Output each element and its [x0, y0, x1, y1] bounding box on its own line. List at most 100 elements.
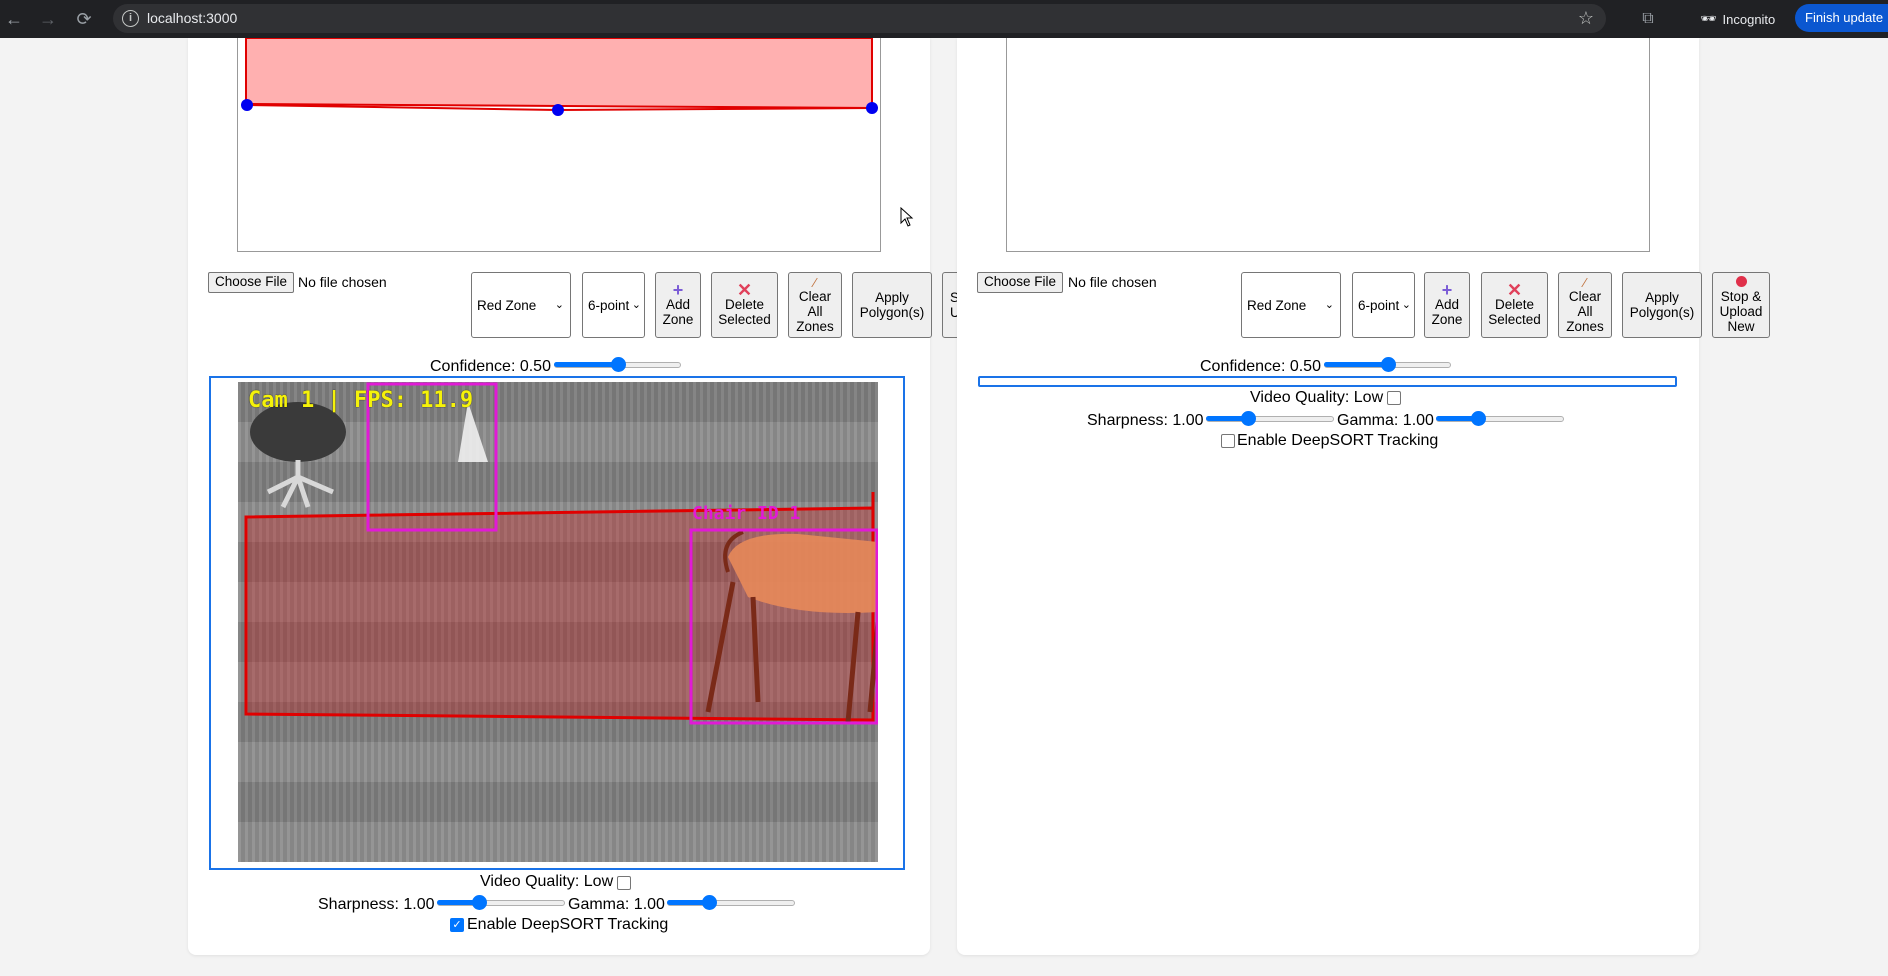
slider-thumb[interactable] [1381, 357, 1396, 372]
stop-upload-button-clip-1: S U [942, 272, 958, 338]
choose-file-button-2[interactable]: Choose File [977, 272, 1064, 293]
zone-editor-canvas-2[interactable] [1006, 38, 1650, 252]
slider-thumb[interactable] [1471, 411, 1486, 426]
clear-label-line3: Zones [796, 318, 834, 334]
delete-label-line1: Delete [1494, 297, 1535, 312]
cast-icon[interactable]: ⧉ [1636, 7, 1660, 31]
confidence-label-1: Confidence: 0.50 [430, 358, 551, 375]
detection-overlay [244, 382, 878, 725]
zone-polygon-editor[interactable] [238, 38, 880, 251]
plus-icon: + [1441, 280, 1453, 300]
stop-label-line2: Upload [1719, 304, 1763, 319]
video-stream-1[interactable]: Cam 1 | FPS: 11.9 Chair ID 1 [238, 382, 878, 862]
finish-update-button[interactable]: Finish update [1795, 4, 1888, 32]
incognito-label: Incognito [1722, 11, 1776, 27]
zone-editor-canvas-1[interactable] [237, 38, 881, 252]
video-quality-checkbox-2[interactable] [1387, 391, 1401, 405]
polygon-shape-select-1[interactable]: 6-point ⌄ [582, 272, 645, 338]
clear-label-line2: All [807, 303, 823, 319]
choose-file-button-1[interactable]: Choose File [208, 272, 295, 293]
red-zone-polygon[interactable] [245, 38, 873, 110]
delete-selected-button-1[interactable]: ✕ Delete Selected [711, 272, 778, 338]
add-zone-label-line2: Zone [1431, 312, 1463, 327]
deepsort-checkbox-1[interactable]: ✓ [450, 918, 464, 932]
confidence-slider-2[interactable] [1324, 356, 1451, 372]
delete-label-line2: Selected [1488, 312, 1541, 327]
add-zone-button-2[interactable]: + Add Zone [1424, 272, 1470, 338]
add-zone-label-line2: Zone [662, 312, 694, 327]
broom-icon: ⁄ [813, 274, 817, 290]
slider-thumb[interactable] [702, 895, 717, 910]
add-zone-button-1[interactable]: + Add Zone [655, 272, 701, 338]
apply-label-line2: Polygon(s) [1629, 305, 1695, 320]
slider-thumb[interactable] [611, 357, 626, 372]
broom-icon: ⁄ [1583, 274, 1587, 290]
gamma-label-2: Gamma: 1.00 [1337, 412, 1434, 429]
video-container-2 [978, 376, 1677, 387]
shape-value: 6-point [588, 297, 630, 313]
stop-label-line3: New [1727, 319, 1755, 334]
deepsort-label-2: Enable DeepSORT Tracking [1237, 432, 1439, 449]
gamma-label-1: Gamma: 1.00 [568, 896, 665, 913]
apply-label-line1: Apply [875, 290, 909, 305]
gamma-slider-2[interactable] [1436, 410, 1564, 426]
polygon-vertex-handle[interactable] [241, 99, 253, 111]
mouse-cursor-icon [900, 207, 914, 227]
sharpness-label-1: Sharpness: 1.00 [318, 896, 435, 913]
back-icon[interactable]: ← [2, 7, 26, 31]
slider-thumb[interactable] [1241, 411, 1256, 426]
clear-label-line1: Clear [1568, 288, 1602, 304]
chevron-down-icon: ⌄ [631, 299, 641, 311]
clear-label-line2: All [1577, 303, 1593, 319]
apply-polygons-button-2[interactable]: Apply Polygon(s) [1622, 272, 1702, 338]
clear-label-line1: Clear [798, 288, 832, 304]
add-zone-label-line1: Add [665, 297, 691, 312]
zone-type-select-2[interactable]: Red Zone ⌄ [1241, 272, 1341, 338]
incognito-icon: 🕶 [1700, 11, 1717, 26]
delete-label-line2: Selected [718, 312, 771, 327]
polygon-vertex-handle[interactable] [866, 102, 878, 114]
zone-type-value: Red Zone [1247, 297, 1307, 313]
add-zone-label-line1: Add [1434, 297, 1460, 312]
url-text[interactable]: localhost:3000 [147, 10, 237, 26]
chevron-down-icon: ⌄ [554, 299, 564, 311]
polygon-shape-select-2[interactable]: 6-point ⌄ [1352, 272, 1415, 338]
clear-all-zones-button-1[interactable]: ⁄ Clear All Zones [788, 272, 842, 338]
file-status-2: No file chosen [1068, 274, 1157, 290]
video-quality-label-1: Video Quality: Low [480, 873, 614, 890]
plus-icon: + [672, 280, 684, 300]
record-dot-icon [1735, 276, 1747, 287]
delete-selected-button-2[interactable]: ✕ Delete Selected [1481, 272, 1548, 338]
video-quality-label-2: Video Quality: Low [1250, 389, 1384, 406]
delete-label-line1: Delete [724, 297, 765, 312]
browser-toolbar: ← → ⟳ i localhost:3000 ☆ ⧉ 🕶 Incognito F… [0, 0, 1888, 38]
stop-upload-button-2[interactable]: Stop & Upload New [1712, 272, 1770, 338]
fps-overlay-text: Cam 1 | FPS: 11.9 [248, 388, 474, 413]
sharpness-slider-1[interactable] [437, 894, 565, 910]
clear-label-line3: Zones [1566, 318, 1604, 334]
deepsort-label-1: Enable DeepSORT Tracking [467, 916, 669, 933]
video-quality-checkbox-1[interactable] [617, 876, 631, 890]
apply-polygons-button-1[interactable]: Apply Polygon(s) [852, 272, 932, 338]
site-info-icon[interactable]: i [122, 10, 139, 27]
chevron-down-icon: ⌄ [1324, 299, 1334, 311]
sharpness-label-2: Sharpness: 1.00 [1087, 412, 1204, 429]
polygon-vertex-handle[interactable] [552, 104, 564, 116]
reload-icon[interactable]: ⟳ [72, 7, 96, 31]
apply-label-line2: Polygon(s) [859, 305, 925, 320]
clear-all-zones-button-2[interactable]: ⁄ Clear All Zones [1558, 272, 1612, 338]
gamma-slider-1[interactable] [667, 894, 795, 910]
slider-thumb[interactable] [472, 895, 487, 910]
stop-upload-button-1[interactable]: S U [942, 272, 958, 338]
bookmark-star-icon[interactable]: ☆ [1578, 8, 1594, 29]
address-bar[interactable]: i localhost:3000 ☆ [113, 4, 1606, 33]
stop-label-line1: Stop & [1720, 289, 1762, 304]
sharpness-slider-2[interactable] [1206, 410, 1334, 426]
shape-value: 6-point [1358, 297, 1400, 313]
incognito-indicator[interactable]: 🕶 Incognito [1700, 5, 1775, 33]
confidence-slider-1[interactable] [554, 356, 681, 372]
forward-icon[interactable]: → [36, 7, 60, 31]
delete-x-icon: ✕ [1506, 280, 1523, 300]
zone-type-select-1[interactable]: Red Zone ⌄ [471, 272, 571, 338]
deepsort-checkbox-2[interactable] [1221, 434, 1235, 448]
